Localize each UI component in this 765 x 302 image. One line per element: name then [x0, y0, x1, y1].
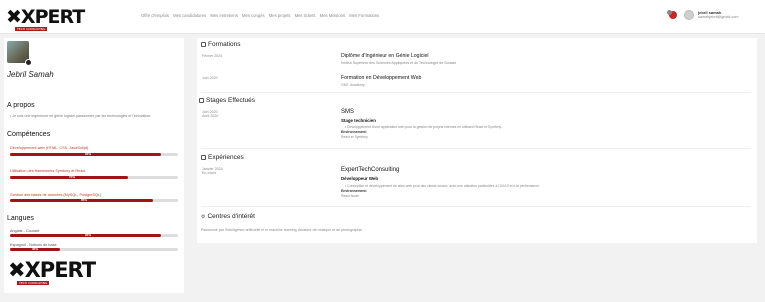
formation-place: GMT Academy: [341, 83, 365, 87]
skill-pct: 85%: [81, 198, 88, 202]
skills-heading: Compétences: [7, 131, 51, 138]
language-bar: 30%: [10, 247, 178, 251]
experience-date-end: En cours: [202, 171, 217, 175]
logo-subtitle: TECH CONSULTING: [15, 27, 48, 31]
logo-x-icon: ✖: [8, 258, 26, 282]
formations-heading: Formations: [201, 41, 241, 48]
skill-label: Gestion des bases de données (MySQL, Pos…: [10, 193, 102, 197]
nav-item-offres[interactable]: Offre d'emplois: [141, 13, 169, 18]
divider: [201, 92, 751, 93]
experience-description: Conception et développement de sites web…: [345, 184, 540, 188]
skill-pct: 70%: [69, 175, 76, 179]
skill-label: Utilisation des frameworks Symfony et Re…: [10, 169, 86, 173]
about-text: Je suis une ingénieure en génie logiciel…: [10, 114, 175, 119]
stage-role: Stage technicien: [341, 118, 376, 123]
nav-item-tickets[interactable]: Mes tickets: [295, 13, 316, 18]
stage-date-end: Août 2020: [202, 114, 219, 118]
divider: [201, 148, 751, 149]
interest-item: Passionné par l'intelligence artificiell…: [201, 228, 297, 232]
top-navbar: ✖XPERT TECH CONSULTING Offre d'emplois M…: [0, 0, 765, 34]
formation-date: Février 2024: [202, 54, 223, 58]
experiences-heading: Expériences: [201, 154, 244, 161]
nav-item-projets[interactable]: Mes projets: [269, 13, 291, 18]
stage-company: SMS: [341, 109, 355, 115]
stage-env: React et Symfony: [341, 135, 368, 139]
formation-date: Juin 2020: [202, 76, 218, 80]
nav-item-missions[interactable]: Mes Missions: [320, 13, 345, 18]
formation-title: Diplôme d'Ingénieur en Génie Logiciel: [341, 53, 429, 59]
language-pct: 90%: [85, 233, 92, 237]
formation-title: Formation en Développement Web: [341, 75, 422, 81]
logo-x-icon: ✖: [6, 6, 22, 28]
main-nav: Offre d'emplois Mes candidatures Mes ent…: [141, 13, 382, 18]
footer-logo: ✖XPERT TECH CONSULTING: [8, 258, 96, 285]
nav-item-formations[interactable]: Mes Formations: [349, 13, 379, 18]
briefcase-icon: [199, 97, 204, 103]
skill-pct: 90%: [85, 152, 92, 156]
nav-item-conges[interactable]: Mes congés: [242, 13, 265, 18]
about-heading: A propos: [7, 102, 35, 109]
camera-icon[interactable]: [25, 59, 32, 66]
profile-sidebar: Jebril Samah A propos Je suis une ingéni…: [4, 38, 184, 293]
gamepad-icon: ⚙: [201, 214, 206, 220]
formation-place: Institut Supérieur des Sciences Appliqué…: [341, 61, 457, 65]
language-pct: 30%: [32, 247, 39, 251]
interests-heading: ⚙ Centres d'intérêt: [201, 213, 255, 220]
nav-item-candidatures[interactable]: Mes candidatures: [173, 13, 206, 18]
language-bar: 90%: [10, 233, 178, 237]
profile-photo: [7, 41, 32, 66]
stage-description: Développement d'une application web pour…: [345, 125, 502, 129]
interest-item: Amateur de musique et de photographie: [298, 228, 363, 232]
skill-bar: 70%: [10, 175, 178, 179]
language-label: Anglais - Courant: [10, 229, 40, 233]
user-avatar[interactable]: [684, 10, 694, 20]
experience-env: React,Node: [341, 194, 359, 198]
brand-logo[interactable]: ✖XPERT TECH CONSULTING: [6, 6, 85, 31]
user-email: samahjebril@gmail.com: [698, 15, 739, 19]
skill-bar: 90%: [10, 152, 178, 156]
profile-name: Jebril Samah: [7, 70, 54, 79]
logo-subtitle: TECH CONSULTING: [17, 281, 50, 285]
graduation-cap-icon: [201, 41, 206, 47]
stages-heading: Stages Effectués: [199, 97, 255, 104]
divider: [201, 206, 751, 207]
nav-item-entretiens[interactable]: Mes entretiens: [210, 13, 237, 18]
stage-env-label: Environnement:: [341, 130, 367, 134]
briefcase-icon: [201, 154, 206, 160]
skill-label: Développement web (HTML, CSS, JavaScript…: [10, 146, 89, 150]
experience-role: Développeur Web: [341, 176, 379, 181]
languages-heading: Langues: [7, 215, 34, 222]
skill-bar: 85%: [10, 198, 178, 202]
profile-main: Formations Février 2024 Diplôme d'Ingéni…: [197, 38, 757, 243]
experience-env-label: Environnement:: [341, 189, 367, 193]
notification-bell-icon[interactable]: [667, 10, 677, 19]
experience-company: ExpertTechConsulting: [341, 167, 400, 173]
